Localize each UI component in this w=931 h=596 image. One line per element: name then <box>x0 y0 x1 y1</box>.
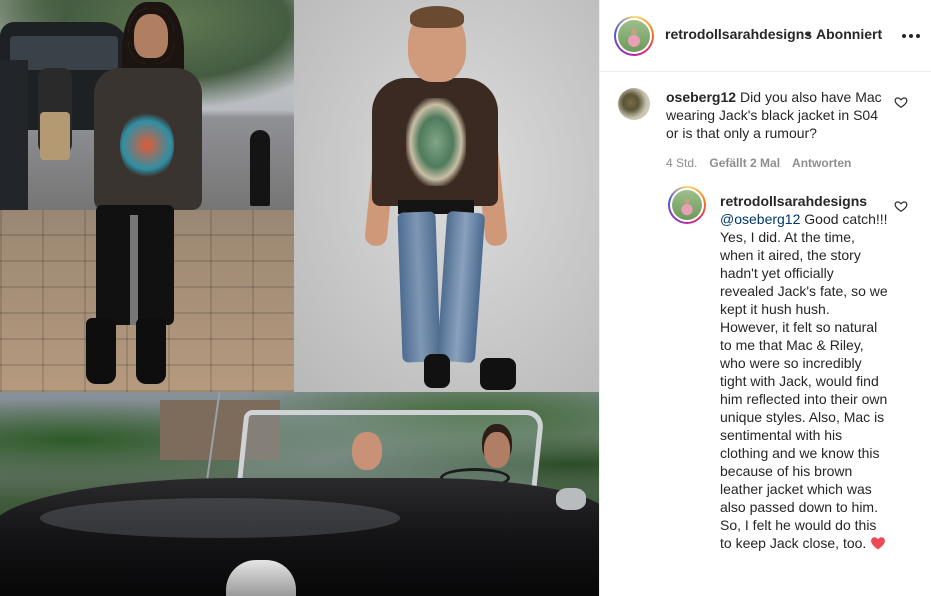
photo-woman-on-street <box>0 0 294 392</box>
reply-button[interactable]: Antworten <box>792 156 851 170</box>
comment-likes-link[interactable]: Gefällt 2 Mal <box>709 156 780 170</box>
commenter-avatar[interactable] <box>618 88 650 120</box>
reply-body: retrodollsarahdesigns @oseberg12 Good ca… <box>720 192 890 552</box>
comment-time: 4 Std. <box>666 156 698 170</box>
post-sidebar: retrodollsarahdesigns • Abonniert oseber… <box>599 0 931 596</box>
header-separator: • <box>806 26 811 42</box>
like-comment-heart-icon[interactable] <box>894 95 908 109</box>
photo-couple-in-convertible <box>0 392 599 596</box>
reply-username[interactable]: retrodollsarahdesigns <box>720 192 890 210</box>
author-avatar[interactable] <box>614 16 654 56</box>
comment-body: oseberg12 Did you also have Mac wearing J… <box>666 88 886 142</box>
photo-man-in-band-tee <box>294 0 599 392</box>
like-reply-heart-icon[interactable] <box>894 199 908 213</box>
author-username[interactable]: retrodollsarahdesigns <box>665 26 812 42</box>
more-options-icon[interactable] <box>902 28 920 44</box>
mention-link[interactable]: @oseberg12 <box>720 211 800 227</box>
commenter-username[interactable]: oseberg12 <box>666 89 736 105</box>
reply-text: Good catch!!! Yes, I did. At the time, w… <box>720 211 888 551</box>
follow-status-button[interactable]: Abonniert <box>816 26 882 42</box>
comment-meta: 4 Std. Gefällt 2 Mal Antworten <box>666 156 851 170</box>
post-header: retrodollsarahdesigns • Abonniert <box>600 0 931 72</box>
reply-author-avatar[interactable] <box>668 186 706 224</box>
post-image-collage[interactable] <box>0 0 599 596</box>
red-heart-emoji-icon <box>871 537 886 550</box>
